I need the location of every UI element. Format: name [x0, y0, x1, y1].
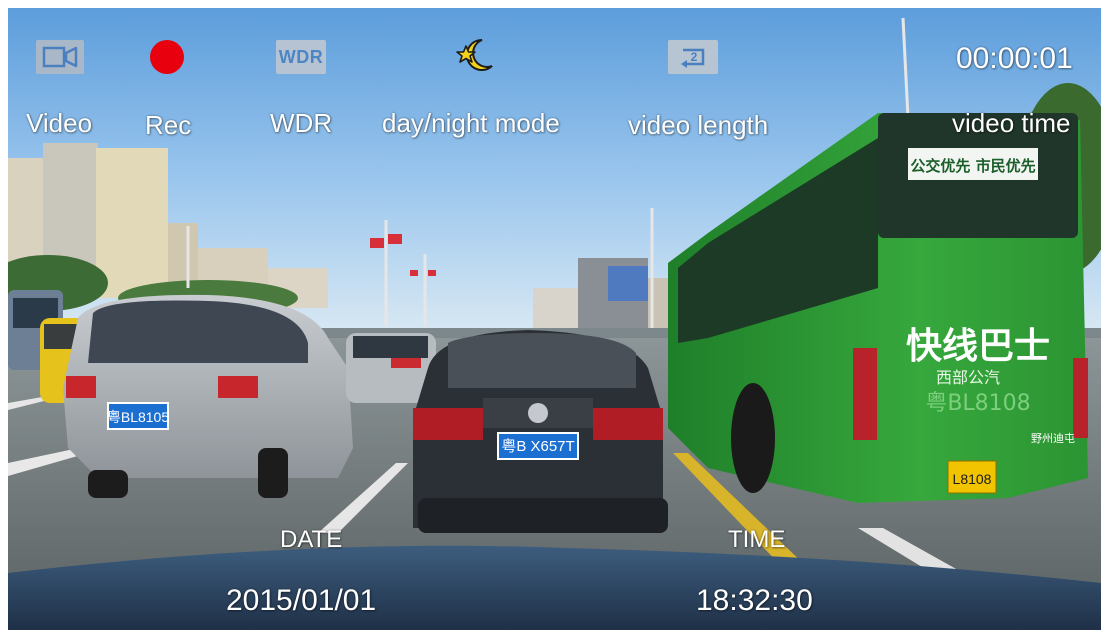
wdr-icon: WDR	[276, 40, 326, 74]
label-video-length: video length	[628, 110, 769, 140]
dashcam-frame: 粤BL8105 粤B X657T 公交优先 市民优先 快线巴士 西部公汽 粤BL…	[8, 8, 1101, 630]
bus-rear-small-text: 野州迪屯	[1031, 432, 1075, 445]
time-label: TIME	[728, 526, 786, 553]
video-length-number: 2	[691, 50, 698, 64]
date-value: 2015/01/01	[226, 584, 377, 617]
center-car-plate-text: 粤B X657T	[501, 437, 574, 455]
video-time-value: 00:00:01	[956, 42, 1073, 75]
label-day-night-mode: day/night mode	[382, 108, 560, 138]
date-label: DATE	[280, 526, 343, 553]
record-dot-icon	[150, 40, 184, 74]
minivan-plate-text: 粤BL8105	[107, 409, 169, 425]
bus-side-plate: 粤BL8108	[925, 391, 1030, 416]
label-video: Video	[26, 108, 93, 138]
star-moon-icon	[452, 36, 500, 76]
bus-destination-sign: 公交优先 市民优先	[910, 157, 1035, 175]
silver-minivan: 粤BL8105	[63, 294, 353, 498]
loop-2-icon: 2	[668, 40, 718, 74]
video-camera-icon	[36, 40, 84, 74]
time-value: 18:32:30	[696, 584, 813, 617]
bus-side-title: 快线巴士	[906, 326, 1050, 367]
label-video-time: video time	[952, 108, 1071, 138]
center-car: 粤B X657T	[413, 330, 668, 533]
label-rec: Rec	[145, 110, 192, 140]
bus-side-subtitle: 西部公汽	[936, 368, 1000, 387]
label-wdr: WDR	[270, 108, 333, 138]
bus-rear-plate: L8108	[953, 471, 992, 487]
road-scene: 粤BL8105 粤B X657T 公交优先 市民优先 快线巴士 西部公汽 粤BL…	[8, 8, 1101, 630]
